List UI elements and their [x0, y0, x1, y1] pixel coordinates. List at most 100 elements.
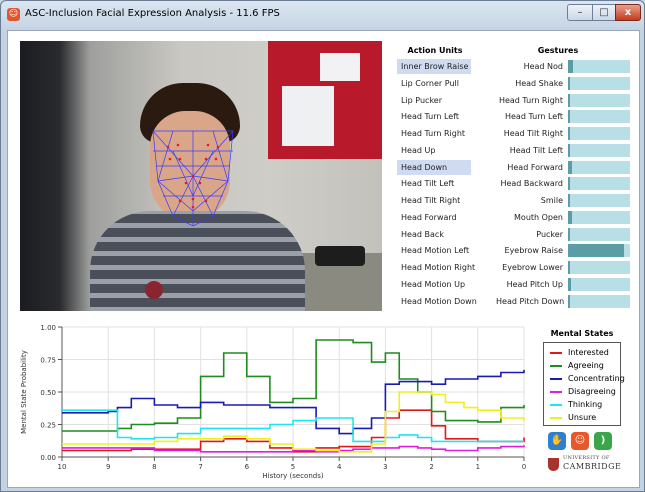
gesture-level-bar [568, 93, 630, 107]
gesture-label: Eyebrow Lower [502, 263, 563, 272]
camera-feed [20, 41, 382, 311]
x-tick-label: 4 [337, 463, 342, 471]
action-unit-item: Head Tilt Right [401, 196, 461, 205]
y-axis-label: Mental State Probability [20, 350, 28, 434]
gesture-level-fill [568, 194, 570, 207]
gesture-level-bar [568, 194, 630, 207]
mental-state-history-chart: 0.000.250.500.751.0010 9 8 7 6 5 4 3 2 1 0History … [20, 324, 526, 480]
x-tick-label: 2 [429, 463, 433, 471]
action-unit-item: Head Down [397, 159, 471, 175]
gesture-level-fill [568, 177, 570, 191]
hand-icon: ✋ [548, 432, 566, 450]
gesture-label: Head Tilt Right [503, 129, 563, 138]
x-tick-label: 1 [476, 463, 480, 471]
gesture-level-bar [568, 210, 630, 224]
legend-swatch [550, 403, 562, 406]
gesture-level-fill [568, 110, 570, 124]
sweater-badge [145, 281, 163, 299]
gesture-level-fill [568, 76, 570, 90]
legend-item: Concentrating [550, 373, 625, 385]
x-tick-label: 7 [198, 463, 202, 471]
action-unit-item: Head Motion Down [401, 296, 477, 306]
gesture-level-bar [568, 60, 630, 73]
device [315, 246, 365, 266]
close-button[interactable]: x [615, 4, 641, 21]
gesture-label: Head Turn Right [498, 95, 563, 105]
gesture-level-fill [568, 227, 570, 241]
gesture-level-bar [568, 261, 630, 274]
title-bar[interactable]: ☺ ASC-Inclusion Facial Expression Analys… [1, 1, 644, 29]
action-unit-item: Head Back [401, 229, 444, 239]
gesture-label: Head Backward [500, 179, 563, 189]
legend-item: Disagreeing [550, 386, 616, 398]
legend-item: Agreeing [550, 360, 604, 372]
minimize-button[interactable]: – [567, 4, 593, 21]
gesture-level-fill [568, 127, 570, 140]
x-tick-label: 8 [152, 463, 156, 471]
gesture-label: Head Nod [523, 62, 563, 71]
mental-states-title: Mental States [550, 329, 614, 338]
gesture-level-fill [568, 277, 571, 291]
gesture-label: Head Shake [515, 78, 563, 88]
gesture-level-fill [568, 294, 570, 308]
action-unit-item: Head Turn Right [401, 129, 466, 138]
gesture-label: Head Forward [507, 162, 563, 172]
x-axis-label: History (seconds) [262, 472, 323, 480]
y-tick-label: 0.50 [40, 389, 56, 397]
face-tracking-mesh [152, 130, 234, 227]
gesture-level-fill [568, 160, 572, 174]
gesture-level-fill [568, 261, 570, 274]
x-tick-label: 5 [291, 463, 295, 471]
legend-swatch [550, 364, 562, 367]
legend-label: Unsure [568, 413, 597, 422]
legend-item: Thinking [550, 399, 602, 411]
gesture-label: Head Pitch Down [496, 296, 565, 306]
legend-label: Agreeing [568, 361, 604, 370]
x-tick-label: 9 [106, 463, 110, 471]
legend-label: Disagreeing [568, 387, 616, 396]
y-tick-label: 1.00 [40, 324, 56, 332]
legend-item: Unsure [550, 412, 596, 424]
maximize-button[interactable]: □ [592, 4, 616, 21]
gesture-level-bar [568, 160, 630, 174]
gesture-label: Smile [540, 196, 563, 205]
action-unit-item: Head Turn Left [401, 112, 460, 122]
legend-label: Interested [568, 348, 609, 357]
gesture-level-fill [568, 143, 570, 157]
gesture-level-fill [568, 93, 570, 107]
cambridge-text-line1: UNIVERSITY OF [563, 455, 610, 461]
y-tick-label: 0.75 [40, 357, 56, 365]
gesture-label: Mouth Open [514, 212, 563, 222]
action-unit-item: Head Tilt Left [401, 179, 455, 189]
gesture-level-bar [568, 110, 630, 124]
action-unit-item: Head Motion Up [401, 279, 466, 289]
x-tick-label: 3 [383, 463, 387, 471]
mental-states-legend: Interested Agreeing Concentrating Disagreei… [543, 342, 625, 426]
cambridge-text-line2: CAMBRIDGE [563, 462, 622, 471]
action-unit-item: Head Motion Left [401, 246, 470, 256]
legend-label: Concentrating [568, 374, 625, 383]
smiley-icon: ☺ [571, 432, 589, 450]
action-units-header: Action Units [407, 46, 463, 55]
gesture-level-fill [568, 210, 572, 224]
cambridge-crest-icon [548, 458, 559, 471]
gesture-label: Head Turn Left [504, 112, 563, 122]
legend-swatch [550, 377, 562, 380]
y-tick-label: 0.25 [40, 422, 56, 430]
action-unit-item: Inner Brow Raise [397, 59, 471, 74]
gesture-label: Head Tilt Left [509, 145, 563, 155]
action-unit-item: Head Forward [401, 212, 457, 222]
gesture-level-bar [568, 143, 630, 157]
gesture-label: Eyebrow Raise [504, 246, 563, 256]
main-panel: Action Units Inner Brow Raise Lip Corner … [7, 30, 640, 488]
gesture-level-bar [568, 127, 630, 140]
gesture-level-bar [568, 277, 630, 291]
speech-icon: ) [594, 432, 612, 450]
app-icon: ☺ [7, 8, 20, 21]
gesture-level-fill [568, 244, 624, 258]
action-unit-item: Head Motion Right [401, 263, 476, 272]
legend-swatch [550, 390, 562, 393]
x-tick-label: 10 [58, 463, 67, 471]
window-title: ASC-Inclusion Facial Expression Analysis… [25, 8, 280, 19]
gesture-level-bar [568, 294, 630, 308]
